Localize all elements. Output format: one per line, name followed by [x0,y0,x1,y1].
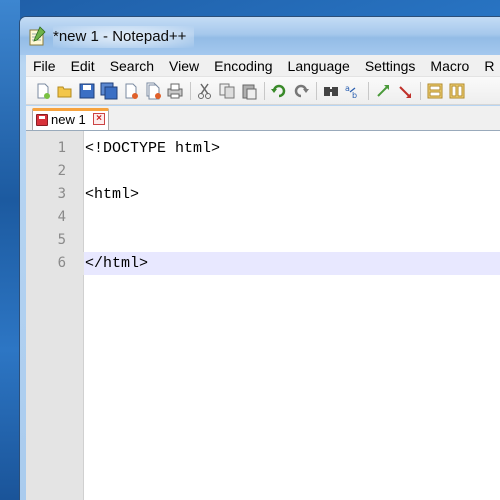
close-all-icon[interactable] [144,82,162,100]
editor-line[interactable]: 1 <!DOCTYPE html> [26,137,500,160]
tab-close-icon[interactable]: × [93,113,105,125]
undo-icon[interactable] [270,82,288,100]
find-icon[interactable] [322,82,340,100]
line-code: <!DOCTYPE html> [85,140,221,157]
line-code: <html> [85,186,140,203]
close-icon[interactable] [122,82,140,100]
line-number: 5 [57,232,66,248]
line-code: </html> [85,255,149,272]
svg-text:b: b [352,91,357,100]
notepadpp-window: *new 1 - Notepad++ File Edit Search View… [19,16,500,500]
editor-line[interactable]: 5 [26,229,500,252]
editor-line[interactable]: 3 <html> [26,183,500,206]
print-icon[interactable] [166,82,184,100]
sync-horizontal-icon[interactable] [448,82,466,100]
toolbar-separator [368,81,369,100]
line-number: 4 [57,209,66,225]
window-title: *new 1 - Notepad++ [53,26,195,48]
line-number: 2 [57,163,66,179]
line-number: 1 [57,140,66,156]
toolbar-separator [420,81,421,100]
zoom-in-icon[interactable] [374,82,392,100]
zoom-out-icon[interactable] [396,82,414,100]
save-icon[interactable] [78,82,96,100]
editor-area[interactable]: 1 <!DOCTYPE html> 2 3 <html> 4 5 6 </htm… [26,130,500,500]
line-number: 6 [57,255,66,271]
paste-icon[interactable] [240,82,258,100]
toolbar: a b [26,77,500,105]
save-all-icon[interactable] [100,82,118,100]
toolbar-separator [190,81,191,100]
unsaved-file-icon [36,114,48,126]
title-bar[interactable]: *new 1 - Notepad++ [20,17,500,55]
menu-language[interactable]: Language [281,55,358,77]
menu-run[interactable]: R [477,55,500,77]
menu-view[interactable]: View [162,55,207,77]
editor-line[interactable]: 4 [26,206,500,229]
notepad-app-icon [29,26,46,46]
sync-vertical-icon[interactable] [426,82,444,100]
redo-icon[interactable] [292,82,310,100]
new-file-icon[interactable] [34,82,52,100]
tab-label: new 1 [51,112,86,127]
open-file-icon[interactable] [56,82,74,100]
menu-file[interactable]: File [26,55,64,77]
editor-line-current[interactable]: 6 </html> [26,252,500,275]
menu-bar: File Edit Search View Encoding Language … [26,55,500,77]
copy-icon[interactable] [218,82,236,100]
menu-search[interactable]: Search [103,55,162,77]
tab-new-1[interactable]: new 1 × [32,108,109,130]
tab-bar: new 1 × [26,106,500,130]
line-number: 3 [57,186,66,202]
menu-macro[interactable]: Macro [423,55,477,77]
editor-line[interactable]: 2 [26,160,500,183]
menu-edit[interactable]: Edit [64,55,103,77]
replace-icon[interactable]: a b [344,82,362,100]
menu-settings[interactable]: Settings [358,55,424,77]
toolbar-separator [264,81,265,100]
svg-text:a: a [345,84,350,93]
desktop-background [0,0,20,500]
toolbar-separator [316,81,317,100]
menu-encoding[interactable]: Encoding [207,55,280,77]
cut-icon[interactable] [196,82,214,100]
